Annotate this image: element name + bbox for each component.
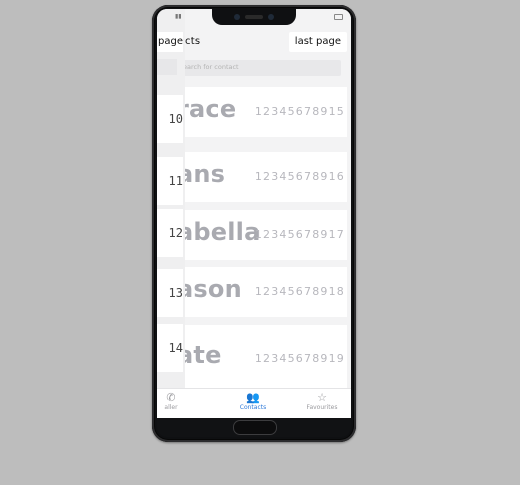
people-icon: 👥: [246, 391, 260, 404]
search-input[interactable]: earch for contact: [185, 60, 341, 76]
previous-item-number: 10: [168, 112, 183, 126]
sensor-icon: [268, 14, 274, 20]
nav-favourites[interactable]: ☆ Favourites: [297, 391, 347, 412]
previous-page-title[interactable]: page: [157, 32, 183, 52]
camera-notch: [212, 9, 296, 25]
contact-card[interactable]: ans 12345678916: [185, 152, 347, 202]
previous-list-item[interactable]: 13: [157, 269, 183, 317]
previous-search-input[interactable]: [157, 59, 177, 75]
battery-icon: [334, 13, 343, 20]
nav-favourites-label: Favourites: [306, 404, 338, 411]
home-button[interactable]: [233, 420, 277, 435]
previous-page: page 10 11 12 13 14: [157, 9, 185, 389]
previous-list-item[interactable]: 10: [157, 95, 183, 143]
previous-item-number: 14: [168, 341, 183, 355]
page-title: cts: [185, 36, 201, 47]
contact-name: ate: [185, 341, 222, 369]
contact-card[interactable]: ate 12345678919: [185, 325, 347, 389]
phone-icon: ✆: [166, 391, 176, 404]
contact-phone: 12345678918: [254, 285, 345, 298]
contact-name: race: [185, 95, 237, 123]
previous-list-item[interactable]: 14: [157, 324, 183, 372]
nav-contacts-label: Contacts: [239, 404, 267, 411]
contact-card[interactable]: abella 12345678917: [185, 210, 347, 260]
contacts-page: cts last page earch for contact race 123…: [185, 9, 351, 389]
contact-card[interactable]: race 12345678915: [185, 87, 347, 137]
camera-icon: [234, 14, 240, 20]
contact-phone: 12345678919: [254, 352, 345, 365]
contact-name: abella: [185, 218, 261, 246]
canvas: ▮▮ page 10 11 12 13 14 cts last page ear…: [0, 0, 520, 485]
contact-phone: 12345678915: [254, 105, 345, 118]
page-header: cts last page: [185, 32, 351, 54]
previous-list-item[interactable]: 12: [157, 209, 183, 257]
search-placeholder: earch for contact: [185, 63, 239, 71]
contact-phone: 12345678916: [254, 170, 345, 183]
previous-item-number: 12: [168, 226, 183, 240]
phone-chin: [157, 418, 351, 437]
bottom-nav: es ✆ aller 👥 Contacts ☆ Favourites: [157, 388, 351, 418]
contact-card[interactable]: ason 12345678918: [185, 267, 347, 317]
signal-icon: ▮▮: [175, 13, 182, 20]
contact-name: ans: [185, 160, 226, 188]
contact-phone: 12345678917: [254, 228, 345, 241]
speaker-grille: [245, 15, 263, 19]
contact-name: ason: [185, 275, 242, 303]
phone-screen: ▮▮ page 10 11 12 13 14 cts last page ear…: [157, 9, 351, 418]
star-icon: ☆: [317, 391, 327, 404]
previous-item-number: 13: [168, 286, 183, 300]
previous-item-number: 11: [168, 174, 183, 188]
nav-caller[interactable]: ✆ aller: [157, 391, 191, 412]
previous-list-item[interactable]: 11: [157, 157, 183, 205]
nav-contacts[interactable]: 👥 Contacts: [233, 391, 273, 412]
last-page-button[interactable]: last page: [288, 32, 347, 52]
nav-caller-label: aller: [164, 404, 178, 411]
